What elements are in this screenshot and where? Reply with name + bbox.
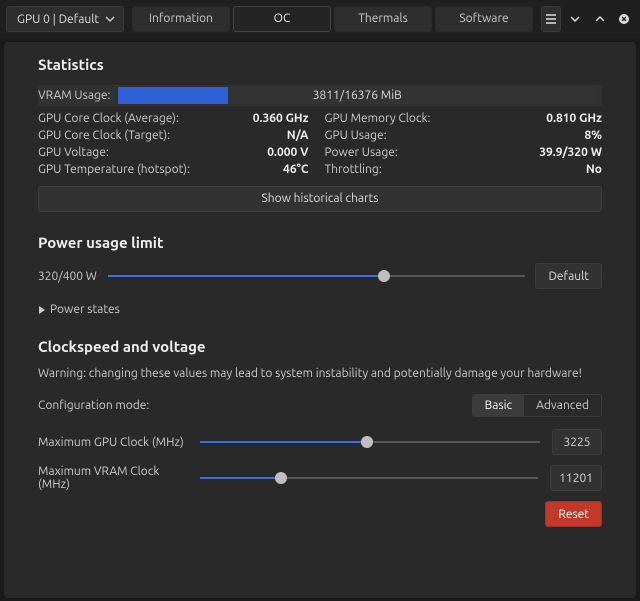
- config-mode-row: Configuration mode: Basic Advanced: [38, 394, 602, 417]
- statistics-title: Statistics: [38, 56, 602, 73]
- tab-oc[interactable]: OC: [233, 6, 331, 32]
- power-title: Power usage limit: [38, 234, 602, 251]
- reset-button[interactable]: Reset: [545, 501, 602, 527]
- gpu-clock-label: Maximum GPU Clock (MHz): [38, 436, 188, 449]
- stats-grid: GPU Core Clock (Average): 0.360 GHz GPU …: [38, 112, 602, 176]
- vram-text: 3811/16376 MiB: [313, 89, 402, 102]
- hamburger-icon: [544, 12, 558, 26]
- vram-clock-value[interactable]: 11201: [550, 465, 602, 491]
- power-limit-row: 320/400 W Default: [38, 263, 602, 289]
- stat-value: 39.9/320 W: [539, 146, 602, 159]
- stat-value: 0.360 GHz: [253, 112, 309, 125]
- collapse-down-button[interactable]: [565, 6, 585, 32]
- vram-clock-row: Maximum VRAM Clock (MHz) 11201: [38, 465, 602, 491]
- config-mode-label: Configuration mode:: [38, 399, 472, 412]
- stat-label: GPU Memory Clock:: [325, 112, 540, 125]
- tabs: Information OC Thermals Software: [132, 6, 533, 32]
- stat-label: GPU Voltage:: [38, 146, 253, 159]
- chevron-down-icon: [569, 13, 581, 25]
- tab-information[interactable]: Information: [132, 6, 230, 32]
- tab-software[interactable]: Software: [435, 6, 533, 32]
- power-states-label: Power states: [50, 303, 120, 316]
- stat-label: GPU Core Clock (Average):: [38, 112, 253, 125]
- close-icon: [618, 13, 630, 25]
- vram-clock-label: Maximum VRAM Clock (MHz): [38, 465, 188, 491]
- stat-value: 46°C: [253, 163, 309, 176]
- power-limit-slider[interactable]: [108, 268, 525, 284]
- clock-title: Clockspeed and voltage: [38, 338, 602, 355]
- stat-label: GPU Core Clock (Target):: [38, 129, 253, 142]
- gpu-clock-row: Maximum GPU Clock (MHz) 3225: [38, 429, 602, 455]
- vram-clock-slider[interactable]: [200, 470, 538, 486]
- content: Statistics VRAM Usage: 3811/16376 MiB GP…: [4, 42, 636, 598]
- mode-basic-button[interactable]: Basic: [473, 395, 525, 416]
- stat-label: GPU Usage:: [325, 129, 540, 142]
- toolbar: GPU 0 | Default Information OC Thermals …: [0, 0, 640, 38]
- menu-button[interactable]: [541, 6, 561, 32]
- stat-label: Throttling:: [325, 163, 540, 176]
- config-mode-segmented: Basic Advanced: [472, 394, 602, 417]
- gpu-clock-value[interactable]: 3225: [552, 429, 602, 455]
- gpu-clock-slider[interactable]: [200, 434, 540, 450]
- collapse-up-button[interactable]: [590, 6, 610, 32]
- stat-value: 0.810 GHz: [539, 112, 602, 125]
- vram-fill: [118, 87, 228, 104]
- vram-progressbar: 3811/16376 MiB: [118, 87, 596, 104]
- chevron-up-icon: [594, 13, 606, 25]
- stat-value: 0.000 V: [253, 146, 309, 159]
- power-default-button[interactable]: Default: [535, 263, 602, 289]
- gpu-selector-label: GPU 0 | Default: [17, 13, 105, 26]
- power-states-toggle[interactable]: Power states: [38, 303, 602, 316]
- stat-value: No: [539, 163, 602, 176]
- gpu-selector[interactable]: GPU 0 | Default: [6, 6, 124, 32]
- clock-warning: Warning: changing these values may lead …: [38, 367, 602, 380]
- stat-value: N/A: [253, 129, 309, 142]
- stat-label: Power Usage:: [325, 146, 540, 159]
- show-historical-button[interactable]: Show historical charts: [38, 186, 602, 212]
- chevron-down-icon: [105, 14, 115, 24]
- mode-advanced-button[interactable]: Advanced: [524, 395, 601, 416]
- vram-label: VRAM Usage:: [38, 89, 110, 102]
- power-limit-label: 320/400 W: [38, 270, 98, 283]
- vram-usage-row: VRAM Usage: 3811/16376 MiB: [38, 85, 602, 106]
- triangle-right-icon: [38, 306, 46, 314]
- reset-row: Reset: [38, 501, 602, 527]
- tab-thermals[interactable]: Thermals: [334, 6, 432, 32]
- stat-value: 8%: [539, 129, 602, 142]
- close-button[interactable]: [614, 6, 634, 32]
- stat-label: GPU Temperature (hotspot):: [38, 163, 253, 176]
